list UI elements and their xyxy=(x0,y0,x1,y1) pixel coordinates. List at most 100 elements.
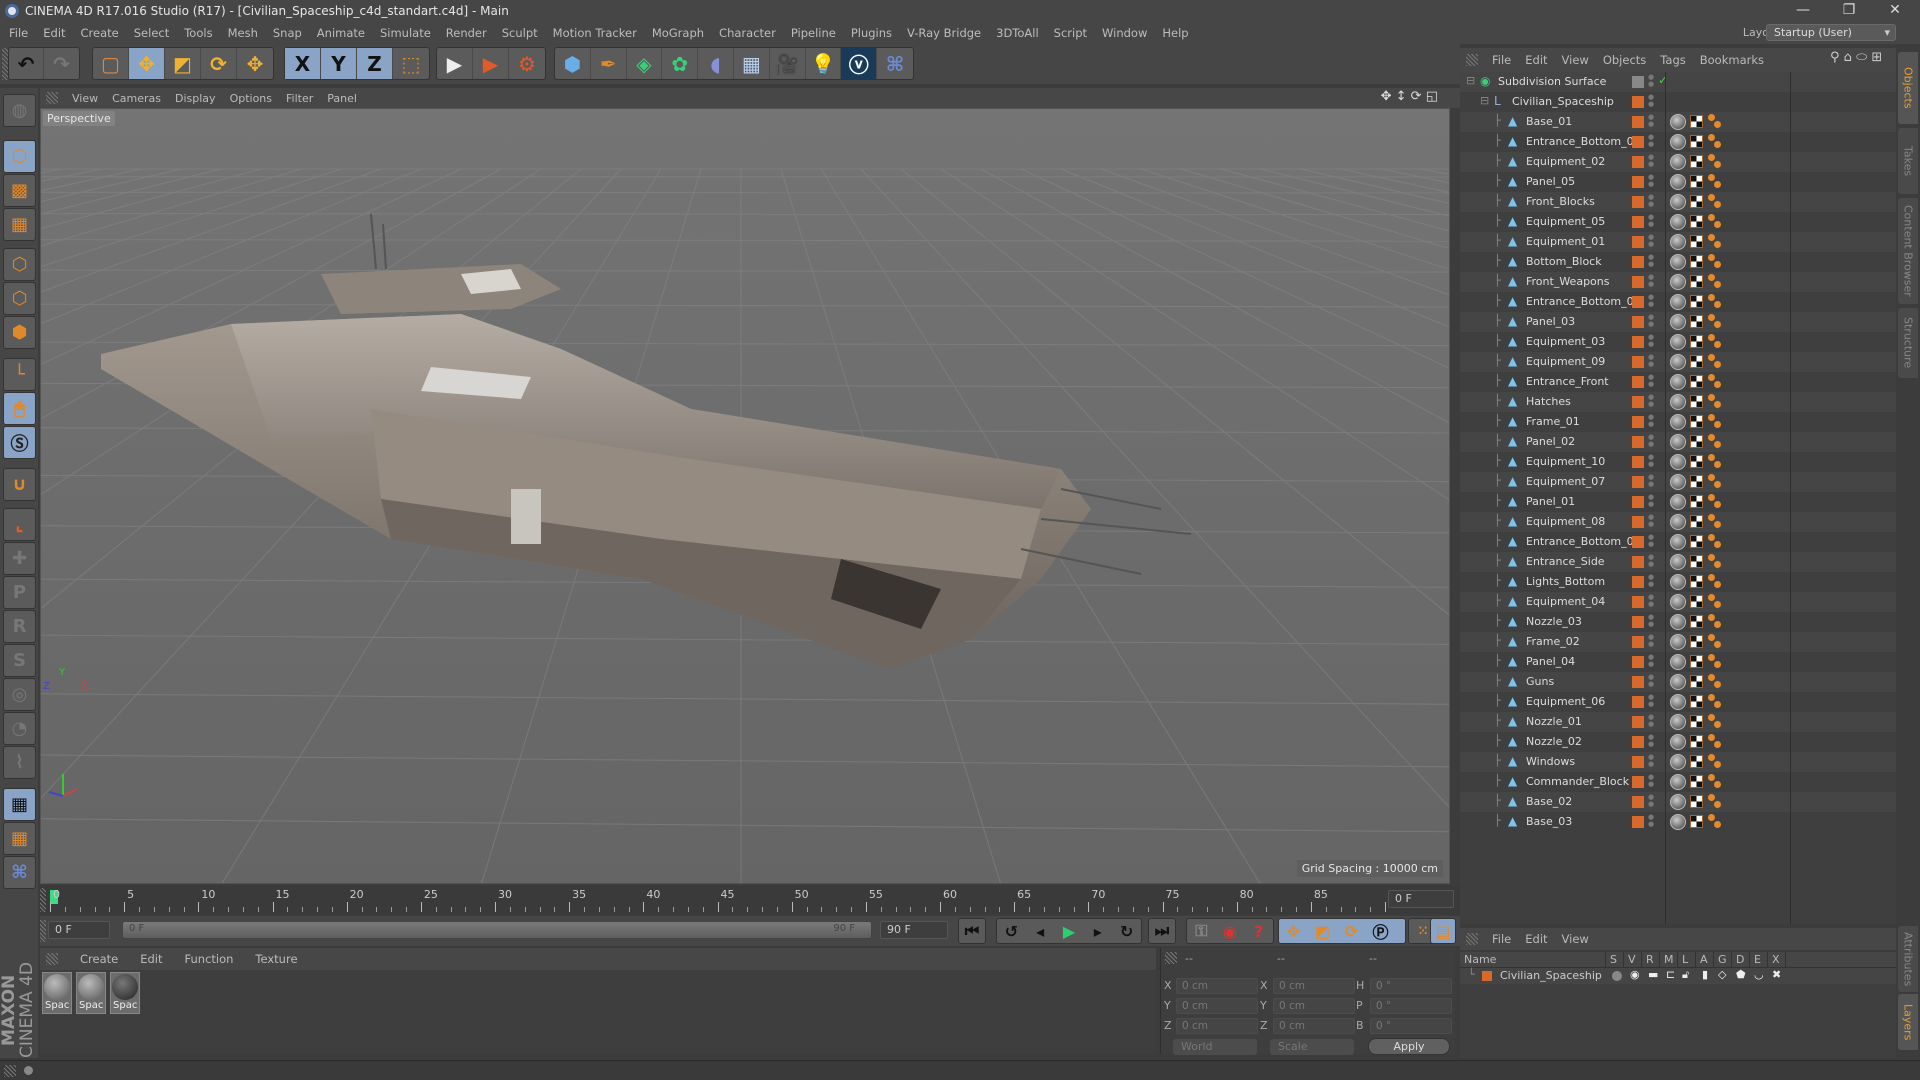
object-row[interactable]: ├ ▲ Entrance_Bottom_02 ● ● xyxy=(1460,532,1896,552)
pen-button[interactable]: ✒ xyxy=(591,48,627,79)
visibility-dots-icon[interactable]: ● ● xyxy=(1648,554,1654,568)
object-row[interactable]: ├ ▲ Base_02 ● ● xyxy=(1460,792,1896,812)
uvw-tag-icon[interactable] xyxy=(1690,155,1703,168)
coord-grip[interactable] xyxy=(1165,952,1177,964)
material-tag-icon[interactable] xyxy=(1670,294,1686,310)
tab-attributes[interactable]: Attributes xyxy=(1898,926,1918,992)
visibility-dots-icon[interactable]: ● ● xyxy=(1648,494,1654,508)
object-name[interactable]: Entrance_Front xyxy=(1526,375,1609,388)
object-row[interactable]: ├ ▲ Panel_04 ● ● xyxy=(1460,652,1896,672)
material-tag-icon[interactable] xyxy=(1670,274,1686,290)
menu-3dtoall[interactable]: 3DToAll xyxy=(996,26,1039,40)
uvw-tag-icon[interactable] xyxy=(1690,375,1703,388)
material-tag-icon[interactable] xyxy=(1670,554,1686,570)
undo-button[interactable]: ↶ xyxy=(9,48,45,79)
material-tag-icon[interactable] xyxy=(1670,114,1686,130)
object-name[interactable]: Base_03 xyxy=(1526,815,1572,828)
layer-color-swatch[interactable] xyxy=(1632,776,1644,788)
uvw-tag-icon[interactable] xyxy=(1690,535,1703,548)
layer-color-swatch[interactable] xyxy=(1632,816,1644,828)
uvw-tag-icon[interactable] xyxy=(1690,295,1703,308)
phong-tag-icon[interactable] xyxy=(1708,694,1722,710)
viewport-menu-cameras[interactable]: Cameras xyxy=(112,92,161,105)
object-name[interactable]: Hatches xyxy=(1526,395,1571,408)
home-icon[interactable]: ⌂ xyxy=(1844,50,1852,65)
phong-tag-icon[interactable] xyxy=(1708,794,1722,810)
object-name[interactable]: Guns xyxy=(1526,675,1554,688)
timeline-grip[interactable] xyxy=(40,888,46,912)
layer-color-swatch[interactable] xyxy=(1632,136,1644,148)
object-menu-view[interactable]: View xyxy=(1562,53,1589,67)
object-row[interactable]: ├ ▲ Base_03 ● ● xyxy=(1460,812,1896,832)
visibility-dots-icon[interactable]: ● ● xyxy=(1648,334,1654,348)
layer-manager-grip[interactable] xyxy=(1466,933,1478,945)
layer-color-swatch[interactable] xyxy=(1632,116,1644,128)
layer-column-a[interactable]: A xyxy=(1696,952,1714,967)
coord-field[interactable]: 0 cm xyxy=(1273,978,1355,994)
layer-menu-view[interactable]: View xyxy=(1562,932,1589,946)
material-tag-icon[interactable] xyxy=(1670,354,1686,370)
menu-file[interactable]: File xyxy=(9,26,28,40)
viewport-menu-view[interactable]: View xyxy=(72,92,98,105)
uvw-tag-icon[interactable] xyxy=(1690,575,1703,588)
material-tag-icon[interactable] xyxy=(1670,434,1686,450)
object-row[interactable]: ├ ▲ Entrance_Bottom_01 ● ● xyxy=(1460,292,1896,312)
key-param-button[interactable]: Ⓟ xyxy=(1366,919,1395,943)
object-name[interactable]: Entrance_Side xyxy=(1526,555,1605,568)
menu-window[interactable]: Window xyxy=(1102,26,1147,40)
render-picture-viewer-button[interactable]: ▶ xyxy=(473,48,509,79)
layer-column-e[interactable]: E xyxy=(1750,952,1768,967)
layer-color-swatch[interactable] xyxy=(1632,296,1644,308)
object-row[interactable]: ├ ▲ Equipment_03 ● ● xyxy=(1460,332,1896,352)
layer-color-swatch[interactable] xyxy=(1632,356,1644,368)
layer-color-swatch[interactable] xyxy=(1632,496,1644,508)
layer-solo-icon[interactable] xyxy=(1612,971,1622,981)
visibility-dots-icon[interactable]: ● ● xyxy=(1648,294,1654,308)
enabled-check-icon[interactable]: ✓ xyxy=(1658,73,1668,87)
phong-tag-icon[interactable] xyxy=(1708,494,1722,510)
material-tag-icon[interactable] xyxy=(1670,814,1686,830)
menu-animate[interactable]: Animate xyxy=(317,26,365,40)
visibility-dots-icon[interactable]: ● ● xyxy=(1648,154,1654,168)
pin-p-button[interactable]: P xyxy=(3,576,36,609)
layer-column-m[interactable]: M xyxy=(1660,952,1678,967)
layer-column-l[interactable]: L xyxy=(1678,952,1696,967)
phong-tag-icon[interactable] xyxy=(1708,254,1722,270)
layer-color-swatch[interactable] xyxy=(1632,316,1644,328)
layer-color-swatch[interactable] xyxy=(1632,396,1644,408)
workplane-rotate-button[interactable]: ▦ xyxy=(3,822,36,855)
material-tag-icon[interactable] xyxy=(1670,534,1686,550)
go-to-start-button[interactable]: ⏮ xyxy=(958,918,986,944)
object-name[interactable]: Panel_04 xyxy=(1526,655,1575,668)
layer-generators-icon[interactable]: ◇ xyxy=(1718,968,1726,981)
keyframe-key-button[interactable]: ⚿ xyxy=(1187,921,1216,941)
phong-tag-icon[interactable] xyxy=(1708,394,1722,410)
visibility-dots-icon[interactable]: ● ● xyxy=(1648,174,1654,188)
material-tag-icon[interactable] xyxy=(1670,614,1686,630)
phong-tag-icon[interactable] xyxy=(1708,334,1722,350)
layer-color-swatch[interactable] xyxy=(1482,971,1492,981)
visibility-dots-icon[interactable]: ● ● xyxy=(1648,354,1654,368)
camera-button[interactable]: 🎥 xyxy=(770,48,806,79)
3d-viewport[interactable]: Y X Z Perspective Grid Spacing : 10000 c… xyxy=(40,108,1450,884)
object-row[interactable]: ├ ▲ Panel_05 ● ● xyxy=(1460,172,1896,192)
phong-tag-icon[interactable] xyxy=(1708,374,1722,390)
uvw-tag-icon[interactable] xyxy=(1690,495,1703,508)
visibility-dots-icon[interactable]: ● ● xyxy=(1648,454,1654,468)
dolly-icon[interactable]: ↕ xyxy=(1396,89,1407,104)
render-settings-button[interactable]: ⚙ xyxy=(509,48,545,79)
polygons-mode-button[interactable]: ⬢ xyxy=(3,316,36,349)
object-row[interactable]: ├ ▲ Base_01 ● ● xyxy=(1460,112,1896,132)
visibility-dots-icon[interactable]: ● ● xyxy=(1648,534,1654,548)
layer-column-r[interactable]: R xyxy=(1642,952,1660,967)
object-row[interactable]: ⊟ L Civilian_Spaceship ● ● xyxy=(1460,92,1896,112)
object-name[interactable]: Base_02 xyxy=(1526,795,1572,808)
layer-manager-icon[interactable]: ⊏ xyxy=(1666,968,1675,981)
object-row[interactable]: ├ ▲ Entrance_Side ● ● xyxy=(1460,552,1896,572)
layer-color-swatch[interactable] xyxy=(1632,216,1644,228)
solo-button[interactable]: Ⓢ xyxy=(3,426,36,459)
key-position-button[interactable]: ✥ xyxy=(1279,922,1308,941)
layer-color-swatch[interactable] xyxy=(1632,656,1644,668)
model-mode-button[interactable]: ⬡ xyxy=(3,140,36,173)
object-row[interactable]: ├ ▲ Equipment_05 ● ● xyxy=(1460,212,1896,232)
